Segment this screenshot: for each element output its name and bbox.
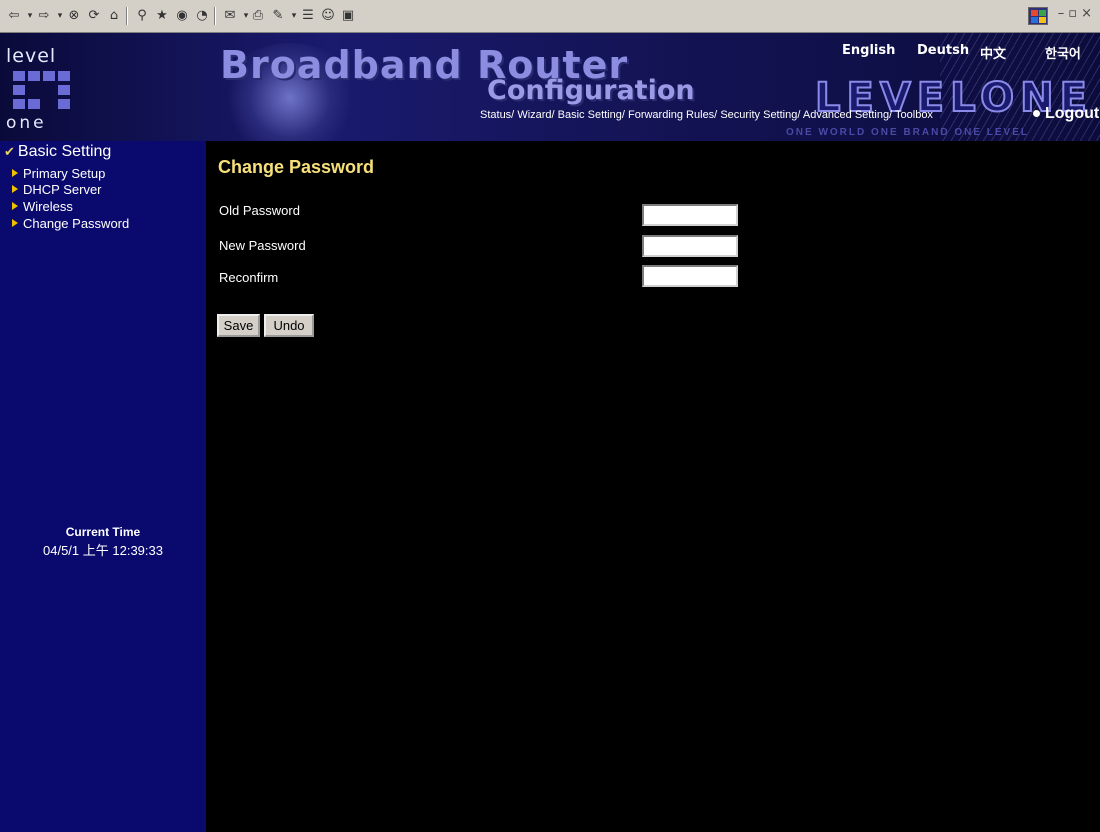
lang-deutsch[interactable]: Deutsh xyxy=(917,43,969,58)
save-button[interactable]: Save xyxy=(217,314,260,337)
logo-text-bottom: one xyxy=(6,113,47,133)
back-icon[interactable]: ⇦ xyxy=(6,8,22,24)
nav-wizard[interactable]: Wizard/ xyxy=(517,109,554,121)
new-password-field[interactable] xyxy=(642,235,738,257)
media-icon[interactable]: ◉ xyxy=(174,8,190,24)
banner-subtitle: Configuration xyxy=(487,75,695,106)
forward-icon[interactable]: ⇨ xyxy=(36,8,52,24)
nav-status[interactable]: Status/ xyxy=(480,109,514,121)
favorites-icon[interactable]: ★ xyxy=(154,8,170,24)
window-controls-icon[interactable]: –▫× xyxy=(1058,6,1096,21)
mail-icon[interactable]: ✉ xyxy=(222,8,238,24)
arrow-right-icon xyxy=(12,169,18,177)
arrow-right-icon xyxy=(12,202,18,210)
research-icon[interactable]: ▣ xyxy=(340,8,356,24)
edit-icon[interactable]: ✎ xyxy=(270,8,286,24)
old-password-label: Old Password xyxy=(219,203,300,218)
sidebar: ✔ Basic Setting Primary Setup DHCP Server… xyxy=(0,141,206,832)
undo-button[interactable]: Undo xyxy=(264,314,314,337)
sidebar-item-label: Change Password xyxy=(23,216,130,231)
reconfirm-password-field[interactable] xyxy=(642,265,738,287)
sidebar-section-label: Basic Setting xyxy=(17,143,112,160)
windows-logo-icon xyxy=(1028,7,1048,25)
header-banner: level one Broadband Router Configuration… xyxy=(0,33,1100,141)
stop-icon[interactable]: ⊗ xyxy=(66,8,82,24)
lang-korean[interactable]: 한국어 xyxy=(1045,43,1081,62)
lang-english[interactable]: English xyxy=(842,43,895,58)
logout-label: Logout xyxy=(1045,105,1100,122)
sidebar-item-label: Primary Setup xyxy=(23,166,106,181)
sidebar-item-label: DHCP Server xyxy=(23,182,102,197)
toolbar-separator xyxy=(126,7,128,25)
nav-forwarding-rules[interactable]: Forwarding Rules/ xyxy=(628,109,717,121)
logout-link[interactable]: Logout xyxy=(1033,105,1099,123)
sidebar-item-primary-setup[interactable]: Primary Setup xyxy=(12,166,105,181)
sidebar-item-change-password[interactable]: Change Password xyxy=(12,216,129,231)
sidebar-item-label: Wireless xyxy=(23,199,73,214)
bullet-icon xyxy=(1033,110,1040,118)
new-password-label: New Password xyxy=(219,238,306,253)
nav-basic-setting[interactable]: Basic Setting/ xyxy=(558,109,625,121)
brand-slogan: ONE WORLD ONE BRAND ONE LEVEL xyxy=(786,127,1030,138)
page-title: Change Password xyxy=(218,157,375,177)
main-content: Change Password Old Password New Passwor… xyxy=(206,141,1100,832)
nav-toolbox[interactable]: Toolbox xyxy=(895,109,933,121)
sidebar-item-dhcp-server[interactable]: DHCP Server xyxy=(12,182,102,197)
old-password-field[interactable] xyxy=(642,204,738,226)
nav-security-setting[interactable]: Security Setting/ xyxy=(720,109,800,121)
messenger-icon[interactable]: ☺ xyxy=(320,8,336,24)
toolbar-separator xyxy=(214,7,216,25)
sidebar-section-title[interactable]: ✔ Basic Setting xyxy=(4,143,111,161)
browser-toolbar: ⇦ ▾ ⇨ ▾ ⊗ ⟳ ⌂ ⚲ ★ ◉ ◔ ✉ ▾ ⎙ ✎ ▾ ☰ ☺ ▣ –▫… xyxy=(0,0,1100,33)
refresh-icon[interactable]: ⟳ xyxy=(86,8,102,24)
lang-chinese[interactable]: 中文 xyxy=(980,43,1006,62)
nav-advanced-setting[interactable]: Advanced Setting/ xyxy=(803,109,892,121)
print-icon[interactable]: ⎙ xyxy=(250,8,266,24)
current-time-value: 04/5/1 上午 12:39:33 xyxy=(43,543,163,558)
reconfirm-label: Reconfirm xyxy=(219,270,279,285)
current-time-label: Current Time xyxy=(65,525,141,539)
sidebar-item-wireless[interactable]: Wireless xyxy=(12,199,73,214)
home-icon[interactable]: ⌂ xyxy=(106,8,122,24)
search-icon[interactable]: ⚲ xyxy=(134,8,150,24)
checkmark-icon: ✔ xyxy=(4,145,15,160)
arrow-right-icon xyxy=(12,219,18,227)
language-selector: English Deutsh 中文 한국어 xyxy=(0,43,1100,63)
discuss-icon[interactable]: ☰ xyxy=(300,8,316,24)
history-icon[interactable]: ◔ xyxy=(194,8,210,24)
top-navigation: Status/ Wizard/ Basic Setting/ Forwardin… xyxy=(480,109,933,121)
arrow-right-icon xyxy=(12,185,18,193)
